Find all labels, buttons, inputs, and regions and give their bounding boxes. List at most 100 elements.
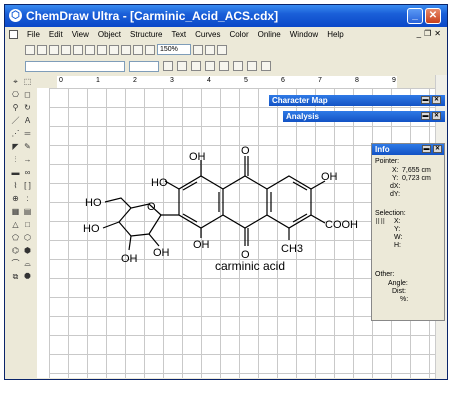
copy-icon[interactable] [121, 44, 131, 55]
minimize-button[interactable]: _ [407, 8, 423, 24]
cut-icon[interactable] [109, 44, 119, 55]
cyclohexane-icon[interactable]: ⬡ [22, 232, 33, 243]
zoom-out-icon[interactable] [205, 44, 215, 55]
analysis-panel[interactable]: Analysis ▬ ✕ [283, 111, 445, 122]
panel-close-button[interactable]: ✕ [432, 112, 441, 120]
menu-file[interactable]: File [27, 30, 40, 39]
y-value: 0,723 cm [402, 175, 431, 182]
menu-help[interactable]: Help [327, 30, 343, 39]
ruler-tick: 5 [244, 77, 248, 84]
menu-window[interactable]: Window [290, 30, 318, 39]
panel-close-button[interactable]: ✕ [432, 96, 441, 104]
tool-palette: ⌖ ⬚ ⎔ ◻ ⚲ ↻ ／ A ⋰ ═ ◤ ✎ ⫶ → ▬ ∞ ⌇[ ] ⊕: ▦ ▤ △ □ ⬠ ⬡… [9, 75, 35, 375]
lasso-tool-icon[interactable]: ⌖ [10, 76, 21, 87]
tlc-tool-icon[interactable]: ▤ [22, 206, 33, 217]
undo-icon[interactable] [85, 44, 95, 55]
bold-bond-icon[interactable]: ▬ [10, 167, 21, 178]
y-label: Y: [392, 175, 399, 182]
document-icon[interactable] [9, 29, 18, 39]
chemdraw-icon: ⬡ [9, 9, 22, 22]
doc-minimize-button[interactable]: _ [417, 29, 421, 38]
paste-icon[interactable] [133, 44, 143, 55]
arrow-tool-icon[interactable]: → [22, 154, 33, 165]
bracket-tool-icon[interactable]: [ ] [22, 180, 33, 191]
wedge-bond-icon[interactable]: ◤ [10, 141, 21, 152]
panel-title: Character Map [272, 96, 328, 105]
x-value: 7,655 cm [402, 167, 431, 174]
double-bond-icon[interactable]: ═ [22, 128, 33, 139]
atom-label: OH [321, 171, 338, 183]
delete-icon[interactable] [145, 44, 155, 55]
help-icon[interactable] [73, 44, 83, 55]
zoom-select[interactable]: 150% [157, 44, 191, 55]
table-tool-icon[interactable]: ▦ [10, 206, 21, 217]
marquee-tool-icon[interactable]: ⬚ [22, 76, 33, 87]
bold-icon[interactable] [163, 61, 173, 71]
info-panel-title[interactable]: Info ▬ ✕ [372, 144, 444, 155]
cyclopropane-icon[interactable]: △ [10, 219, 21, 230]
italic-icon[interactable] [177, 61, 187, 71]
window-title: ChemDraw Ultra - [Carminic_Acid_ACS.cdx] [26, 9, 279, 23]
title-bar[interactable]: ⬡ ChemDraw Ultra - [Carminic_Acid_ACS.cd… [5, 5, 447, 27]
panel-minimize-button[interactable]: ▬ [421, 96, 430, 104]
print-icon[interactable] [61, 44, 71, 55]
panel-minimize-button[interactable]: ▬ [422, 145, 431, 153]
character-map-panel[interactable]: Character Map ▬ ✕ [269, 95, 445, 106]
menu-color[interactable]: Color [230, 30, 249, 39]
structure-tool-icon[interactable]: ⎔ [10, 89, 21, 100]
template-icon[interactable]: ⧉ [10, 271, 21, 282]
ruler-tick: 9 [392, 77, 396, 84]
main-toolbar: 150% [25, 42, 345, 57]
menu-text[interactable]: Text [171, 30, 186, 39]
style-select[interactable] [25, 60, 125, 72]
menu-object[interactable]: Object [98, 30, 121, 39]
rotate-tool-icon[interactable]: ↻ [22, 102, 33, 113]
chain-tool-icon[interactable]: ⌇ [10, 180, 21, 191]
selection-label: Selection: [375, 210, 406, 217]
panel-title: Info [375, 145, 390, 154]
panel-minimize-button[interactable]: ▬ [421, 112, 430, 120]
panel-close-button[interactable]: ✕ [433, 145, 442, 153]
chair-b-icon[interactable]: ⌓ [22, 258, 33, 269]
doc-close-button[interactable]: ✕ [434, 29, 441, 38]
menu-curves[interactable]: Curves [195, 30, 220, 39]
menu-view[interactable]: View [72, 30, 89, 39]
superscript-icon[interactable] [261, 61, 271, 71]
align-left-icon[interactable] [205, 61, 215, 71]
menu-structure[interactable]: Structure [130, 30, 162, 39]
menu-edit[interactable]: Edit [49, 30, 63, 39]
align-right-icon[interactable] [233, 61, 243, 71]
subscript-icon[interactable] [247, 61, 257, 71]
zoom-tool-icon[interactable]: ⚲ [10, 102, 21, 113]
document-window-controls: _ ❐ ✕ [417, 29, 441, 38]
redo-icon[interactable] [97, 44, 107, 55]
lone-pair-icon[interactable]: : [22, 193, 33, 204]
benzene-icon[interactable]: ⌬ [10, 245, 21, 256]
doc-restore-button[interactable]: ❐ [424, 29, 431, 38]
dashed-bond-icon[interactable]: ⋰ [10, 128, 21, 139]
hash-bond-icon[interactable]: ⫶ [10, 154, 21, 165]
text-tool-icon[interactable]: A [22, 115, 33, 126]
check-icon[interactable] [217, 44, 227, 55]
save-icon[interactable] [49, 44, 59, 55]
zoom-in-icon[interactable] [193, 44, 203, 55]
ruler-tick: 1 [96, 77, 100, 84]
align-center-icon[interactable] [219, 61, 229, 71]
bond-tool-icon[interactable]: ／ [10, 115, 21, 126]
orbital-tool-icon[interactable]: ∞ [22, 167, 33, 178]
menu-online[interactable]: Online [258, 30, 281, 39]
size-select[interactable] [129, 60, 159, 72]
ring-8-icon[interactable]: ⯃ [22, 271, 33, 282]
cycloheptane-icon[interactable]: ⬢ [22, 245, 33, 256]
close-button[interactable]: ✕ [425, 8, 441, 24]
pen-tool-icon[interactable]: ✎ [22, 141, 33, 152]
charge-tool-icon[interactable]: ⊕ [10, 193, 21, 204]
chair-a-icon[interactable]: ⌒ [10, 258, 21, 269]
new-icon[interactable] [25, 44, 35, 55]
eraser-tool-icon[interactable]: ◻ [22, 89, 33, 100]
cyclobutane-icon[interactable]: □ [22, 219, 33, 230]
sel-y-label: Y: [394, 226, 401, 233]
underline-icon[interactable] [191, 61, 201, 71]
cyclopentane-icon[interactable]: ⬠ [10, 232, 21, 243]
open-icon[interactable] [37, 44, 47, 55]
